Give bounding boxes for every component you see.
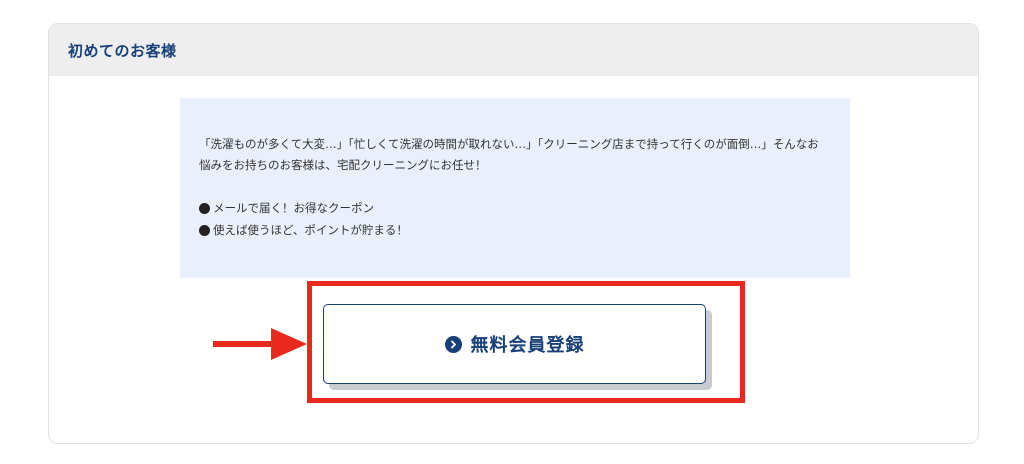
card-header: 初めてのお客様 xyxy=(49,24,978,76)
bullet-icon xyxy=(199,224,210,236)
benefit-item: 使えば使うほど、ポイントが貯まる！ xyxy=(199,219,830,241)
benefit-text: 使えば使うほど、ポイントが貯まる！ xyxy=(213,223,408,237)
info-paragraph: 「洗濯ものが多くて大変…」「忙しくて洗濯の時間が取れない…」「クリーニング店まで… xyxy=(199,137,819,172)
section-title: 初めてのお客様 xyxy=(68,41,177,60)
chevron-right-circle-icon xyxy=(444,335,462,353)
arrow-right-icon xyxy=(213,328,307,360)
benefit-text: メールで届く！お得なクーポン xyxy=(213,201,374,215)
bullet-icon xyxy=(199,202,210,214)
benefit-list: メールで届く！お得なクーポン 使えば使うほど、ポイントが貯まる！ xyxy=(199,197,830,241)
free-registration-button[interactable]: 無料会員登録 xyxy=(323,304,706,384)
free-registration-label: 無料会員登録 xyxy=(470,335,585,356)
info-box: 「洗濯ものが多くて大変…」「忙しくて洗濯の時間が取れない…」「クリーニング店まで… xyxy=(180,98,850,278)
benefit-item: メールで届く！お得なクーポン xyxy=(199,197,830,219)
